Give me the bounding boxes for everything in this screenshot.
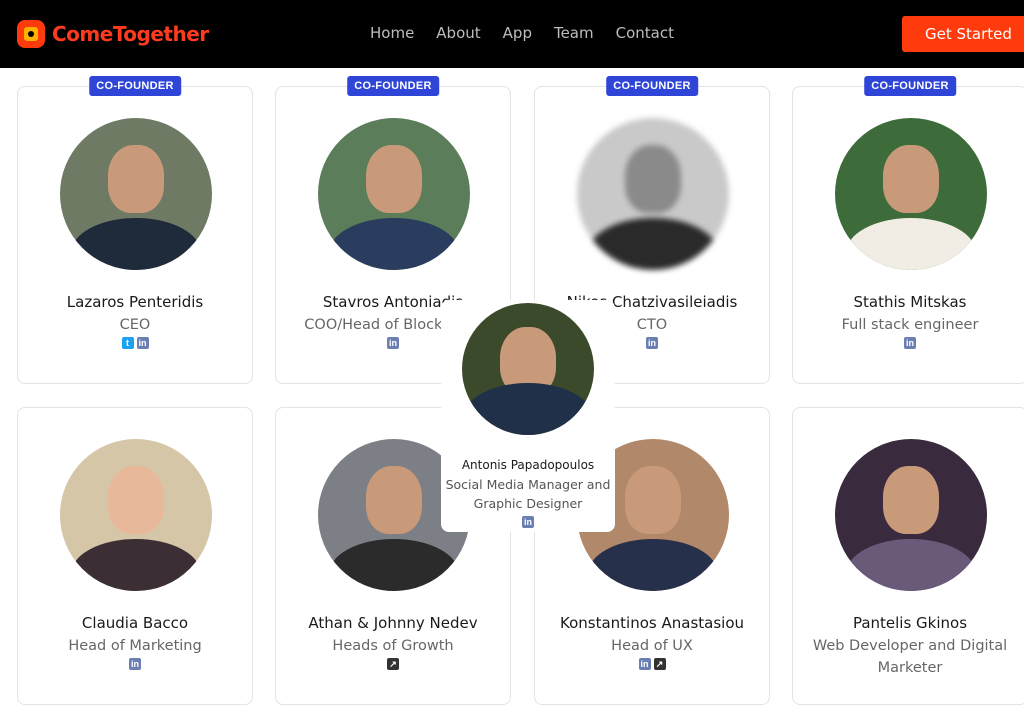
member-name: Claudia Bacco <box>81 614 189 632</box>
linkedin-icon[interactable]: in <box>387 337 399 349</box>
avatar <box>318 118 470 270</box>
social-links: in <box>793 337 1024 349</box>
linkedin-icon[interactable]: in <box>904 337 916 349</box>
nav-app[interactable]: App <box>503 24 532 42</box>
nav-home[interactable]: Home <box>370 24 414 42</box>
member-role: Heads of Growth <box>332 638 454 654</box>
social-links: ↗ <box>276 658 510 670</box>
brand-name: ComeTogether <box>52 22 209 46</box>
main-nav: Home About App Team Contact <box>370 24 696 42</box>
avatar <box>60 118 212 270</box>
avatar <box>835 118 987 270</box>
social-links: t in <box>18 337 252 349</box>
logo-icon <box>16 19 46 49</box>
featured-team-card[interactable]: Antonis Papadopoulos Social Media Manage… <box>441 300 615 532</box>
member-name: Konstantinos Anastasiou <box>560 614 744 632</box>
team-card: CO-FOUNDER Lazaros Penteridis CEO t in <box>17 76 253 384</box>
co-founder-badge: CO-FOUNDER <box>347 76 439 96</box>
social-links: in <box>18 658 252 670</box>
nav-contact[interactable]: Contact <box>616 24 674 42</box>
member-name: Pantelis Gkinos <box>852 614 968 632</box>
team-card: CO-FOUNDER Stathis Mitskas Full stack en… <box>792 76 1024 384</box>
twitter-icon[interactable]: t <box>121 337 134 349</box>
social-links: in ↗ <box>535 658 769 670</box>
member-name: Antonis Papadopoulos <box>461 458 595 472</box>
avatar <box>462 303 594 435</box>
member-role: Head of Marketing <box>68 638 202 654</box>
member-role: Full stack engineer <box>841 317 979 333</box>
linkedin-icon[interactable]: in <box>638 658 651 670</box>
co-founder-badge: CO-FOUNDER <box>89 76 181 96</box>
member-role: Web Developer and Digital Marketer <box>812 638 1008 676</box>
external-link-icon[interactable]: ↗ <box>653 658 666 670</box>
linkedin-icon[interactable]: in <box>136 337 149 349</box>
member-role: Head of UX <box>611 638 693 654</box>
team-card: Claudia Bacco Head of Marketing in <box>17 407 253 705</box>
linkedin-icon[interactable]: in <box>129 658 141 670</box>
nav-about[interactable]: About <box>436 24 480 42</box>
nav-team[interactable]: Team <box>554 24 594 42</box>
team-card: Pantelis Gkinos Web Developer and Digita… <box>792 407 1024 705</box>
member-name: Lazaros Penteridis <box>66 293 204 311</box>
member-name: Stathis Mitskas <box>853 293 967 311</box>
external-link-icon[interactable]: ↗ <box>387 658 399 670</box>
avatar <box>60 439 212 591</box>
linkedin-icon[interactable]: in <box>646 337 658 349</box>
social-links: in <box>441 516 615 528</box>
co-founder-badge: CO-FOUNDER <box>864 76 956 96</box>
avatar <box>835 439 987 591</box>
get-started-button[interactable]: Get Started <box>902 16 1024 52</box>
top-navigation-bar: ComeTogether Home About App Team Contact… <box>0 0 1024 68</box>
co-founder-badge: CO-FOUNDER <box>606 76 698 96</box>
member-role: CEO <box>119 317 151 333</box>
linkedin-icon[interactable]: in <box>522 516 534 528</box>
brand-logo[interactable]: ComeTogether <box>16 18 209 50</box>
member-name: Athan & Johnny Nedev <box>308 614 478 632</box>
avatar <box>577 118 729 270</box>
member-role: Social Media Manager and Graphic Designe… <box>445 477 611 511</box>
